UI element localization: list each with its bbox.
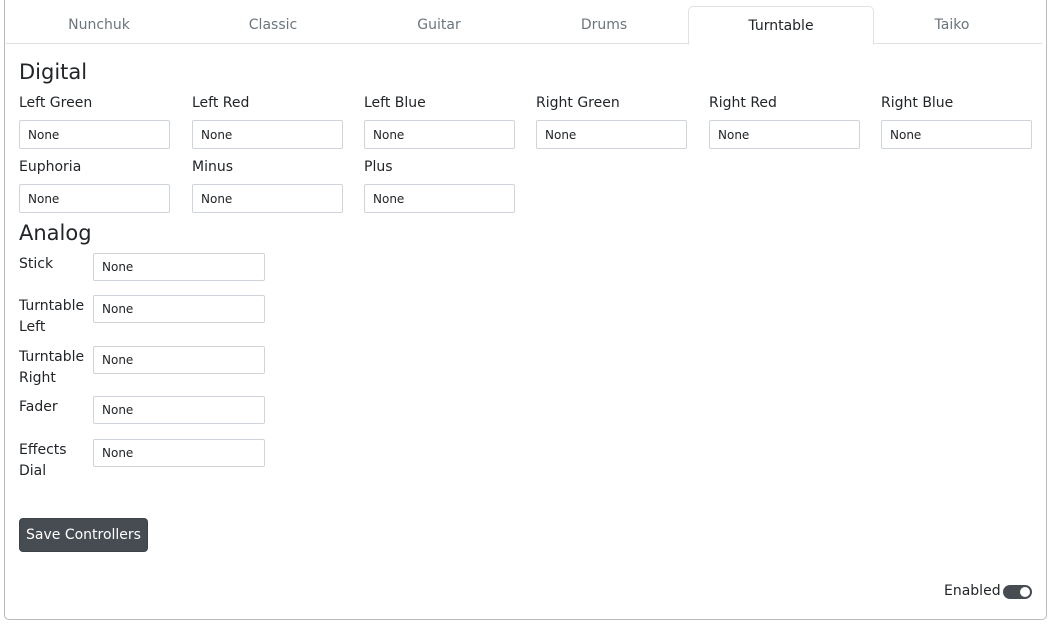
stick-input[interactable] [93,253,265,281]
turntable-right-input[interactable] [93,346,265,374]
tab-turntable[interactable]: Turntable [688,6,874,45]
right-green-label: Right Green [536,95,620,111]
minus-input[interactable] [192,184,343,213]
right-green-input[interactable] [536,120,687,149]
euphoria-label: Euphoria [19,159,82,175]
tab-taiko[interactable]: Taiko [867,6,1037,44]
controller-tabs: Nunchuk Classic Guitar Drums Turntable T… [6,6,1042,45]
right-red-input[interactable] [709,120,860,149]
plus-input[interactable] [364,184,515,213]
right-red-label: Right Red [709,95,777,111]
toggle-knob [1020,587,1030,597]
fader-label: Fader [19,399,58,415]
minus-label: Minus [192,159,234,175]
turntable-right-label: Turntable Right [19,349,85,386]
tab-nunchuk[interactable]: Nunchuk [14,6,184,44]
left-red-label: Left Red [192,95,250,111]
left-blue-label: Left Blue [364,95,426,111]
digital-section-title: Digital [19,60,88,84]
turntable-left-label: Turntable Left [19,298,85,335]
analog-section-title: Analog [19,221,92,245]
left-green-label: Left Green [19,95,93,111]
stick-label: Stick [19,256,54,272]
save-controllers-button[interactable]: Save Controllers [19,518,148,552]
left-blue-input[interactable] [364,120,515,149]
enabled-label: Enabled [944,583,1001,599]
tab-classic[interactable]: Classic [188,6,358,44]
right-blue-label: Right Blue [881,95,954,111]
plus-label: Plus [364,159,393,175]
left-red-input[interactable] [192,120,343,149]
tab-drums[interactable]: Drums [519,6,689,44]
effects-dial-label: Effects Dial [19,442,67,479]
enabled-toggle[interactable] [1003,585,1032,599]
euphoria-input[interactable] [19,184,170,213]
turntable-left-input[interactable] [93,295,265,323]
effects-dial-input[interactable] [93,439,265,467]
right-blue-input[interactable] [881,120,1032,149]
tab-guitar[interactable]: Guitar [354,6,524,44]
fader-input[interactable] [93,396,265,424]
left-green-input[interactable] [19,120,170,149]
